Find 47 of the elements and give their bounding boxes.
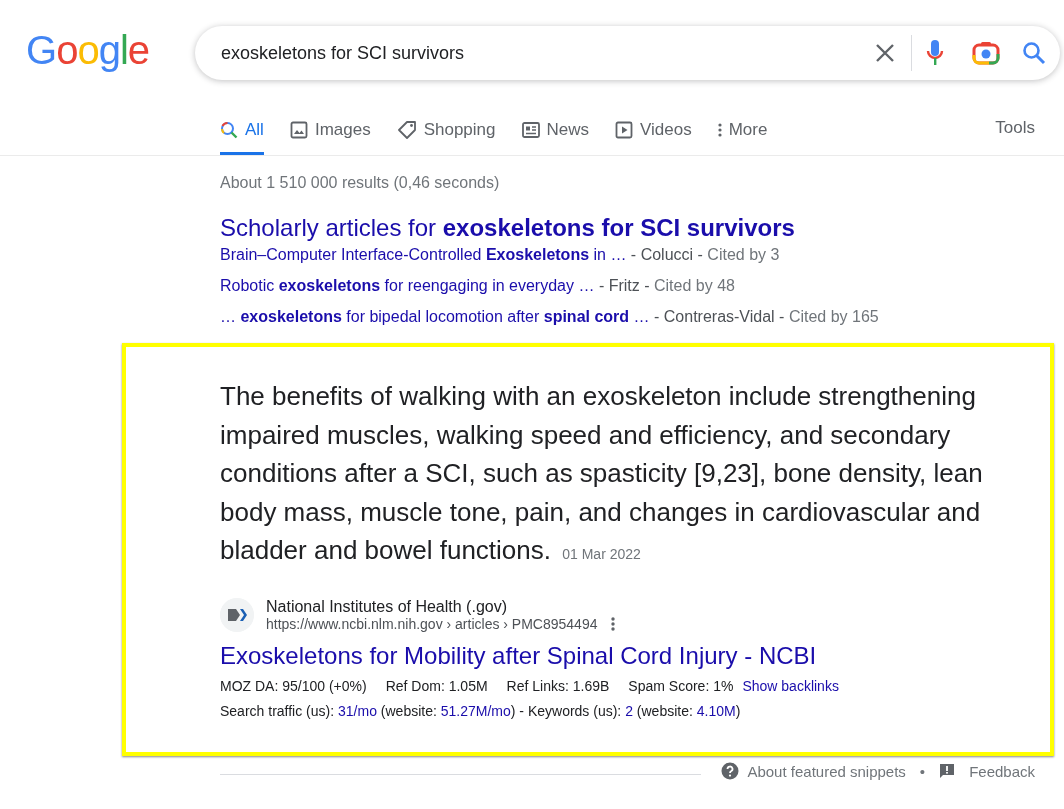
- article-link[interactable]: Robotic exoskeletons for reengaging in everyday …: [220, 277, 595, 294]
- search-field[interactable]: exoskeletons for SCI survivors: [195, 26, 1060, 80]
- feedback-link[interactable]: Feedback: [969, 762, 1035, 780]
- more-icon: [717, 121, 722, 138]
- backlinks-link[interactable]: Show backlinks: [742, 677, 839, 694]
- newspaper-icon: [521, 121, 540, 138]
- cited-by-link[interactable]: Cited by 48: [654, 277, 735, 294]
- result-url: https://www.ncbi.nlm.nih.gov › articles › PMC8954494: [266, 615, 598, 632]
- seo-metric: Spam Score: 1%: [628, 677, 734, 694]
- tab[interactable]: Shopping: [396, 104, 496, 155]
- tools-button[interactable]: Tools: [995, 118, 1035, 138]
- article-author: - Fritz -: [598, 277, 650, 294]
- more-icon[interactable]: [611, 615, 616, 632]
- article-author: - Contreras-Vidal -: [654, 308, 785, 325]
- close-icon[interactable]: [875, 43, 895, 63]
- image-icon: [289, 120, 308, 139]
- article-link[interactable]: Brain–Computer Interface-Controlled Exoskeletons in …: [220, 246, 627, 263]
- snippet-text: The benefits of walking with an exoskeleton include strengthening impaired muscles, walking speed and efficiency, and secondary conditions after a SCI, such as spasticity [9,23], bone density, lean body mass, muscle tone, pain, and changes in cardiovascular and bladder and bowel functions. 01 Mar 2022: [220, 380, 984, 567]
- cited-by-link[interactable]: Cited by 3: [707, 246, 780, 263]
- seo-metric: MOZ DA: 95/100 (+0%): [220, 677, 367, 694]
- feedback-icon[interactable]: [939, 763, 956, 779]
- tab[interactable]: All: [220, 104, 264, 155]
- microphone-icon[interactable]: [926, 39, 944, 67]
- google-logo[interactable]: Google: [26, 27, 195, 73]
- tab[interactable]: Videos: [615, 104, 692, 155]
- tag-icon: [396, 120, 417, 139]
- cited-by-link[interactable]: Cited by 165: [788, 308, 879, 325]
- article-link[interactable]: … exoskeletons for bipedal locomotion after spinal cord …: [220, 308, 650, 325]
- source-name: National Institutes of Health (.gov): [266, 597, 508, 616]
- seo-metric: Ref Dom: 1.05M: [385, 677, 488, 694]
- search-icon[interactable]: [1022, 41, 1046, 65]
- search-icon: [220, 120, 238, 139]
- scholarly-articles-link[interactable]: Scholarly articles for exoskeletons for SCI survivors: [220, 214, 795, 241]
- about-snippets-link[interactable]: About featured snippets: [747, 762, 906, 780]
- tab[interactable]: News: [521, 104, 589, 155]
- camera-icon[interactable]: [972, 41, 1000, 65]
- result-stats: About 1 510 000 results (0,46 seconds): [220, 174, 500, 192]
- help-icon[interactable]: [721, 762, 740, 780]
- seo-metric: Ref Links: 1.69B: [506, 677, 610, 694]
- tab[interactable]: More: [717, 104, 768, 155]
- traffic-stats: Search traffic (us): 31/mo (website: 51.27M/mo) - Keywords (us): 2 (website: 4.10M): [220, 702, 742, 719]
- tab[interactable]: Images: [289, 104, 371, 155]
- article-author: - Colucci -: [630, 246, 703, 263]
- result-title-link[interactable]: Exoskeletons for Mobility after Spinal Cord Injury - NCBI: [220, 641, 1030, 670]
- play-icon: [615, 120, 633, 139]
- separator-dot: •: [919, 762, 926, 780]
- snippet-date: 01 Mar 2022: [562, 546, 641, 562]
